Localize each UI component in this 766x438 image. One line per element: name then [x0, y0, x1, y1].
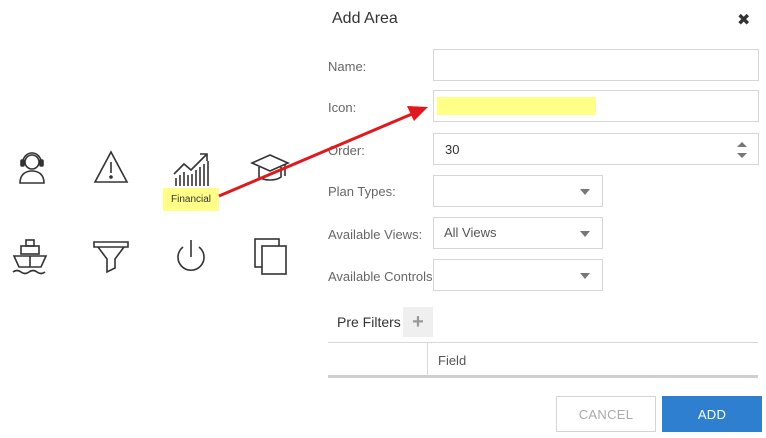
chevron-down-icon: [580, 189, 590, 195]
power-icon[interactable]: [171, 237, 211, 277]
close-icon[interactable]: ✖: [737, 10, 750, 30]
cancel-button[interactable]: CANCEL: [556, 396, 656, 432]
icon-label: Icon:: [328, 100, 357, 115]
chevron-down-icon: [580, 273, 590, 279]
pre-filters-label: Pre Filters: [337, 314, 401, 330]
icon-tooltip: Financial: [163, 188, 219, 211]
dialog-title: Add Area: [332, 10, 398, 27]
order-value: 30: [445, 142, 460, 157]
available-controls-select[interactable]: [433, 259, 603, 291]
icon-input[interactable]: [433, 90, 759, 122]
add-button[interactable]: ADD: [662, 396, 762, 432]
warning-icon[interactable]: [91, 148, 131, 188]
headset-user-icon[interactable]: [12, 148, 52, 188]
available-views-select[interactable]: All Views: [433, 217, 603, 249]
grid-header-divider: [328, 342, 758, 343]
available-views-value: All Views: [444, 225, 497, 240]
plus-icon[interactable]: +: [403, 307, 433, 337]
available-views-label: Available Views:: [328, 227, 423, 242]
icon-field-highlight: [437, 97, 596, 115]
name-label: Name:: [328, 59, 367, 74]
plan-types-select[interactable]: [433, 175, 603, 207]
graduation-cap-icon[interactable]: [250, 150, 290, 190]
available-controls-label: Available Controls:: [328, 269, 437, 284]
order-input[interactable]: 30: [433, 133, 759, 165]
copy-icon[interactable]: [251, 237, 291, 277]
order-label: Order:: [328, 143, 365, 158]
grid-column-divider: [427, 343, 428, 376]
financial-chart-icon[interactable]: [171, 150, 211, 190]
funnel-icon[interactable]: [91, 237, 131, 277]
grid-bottom-border: [328, 375, 758, 378]
stepper-arrows-icon[interactable]: [736, 140, 748, 160]
grid-column-field[interactable]: Field: [438, 353, 466, 368]
chevron-down-icon: [580, 231, 590, 237]
ship-icon[interactable]: [10, 237, 50, 277]
name-input[interactable]: [433, 49, 759, 81]
plan-types-label: Plan Types:: [328, 184, 396, 199]
